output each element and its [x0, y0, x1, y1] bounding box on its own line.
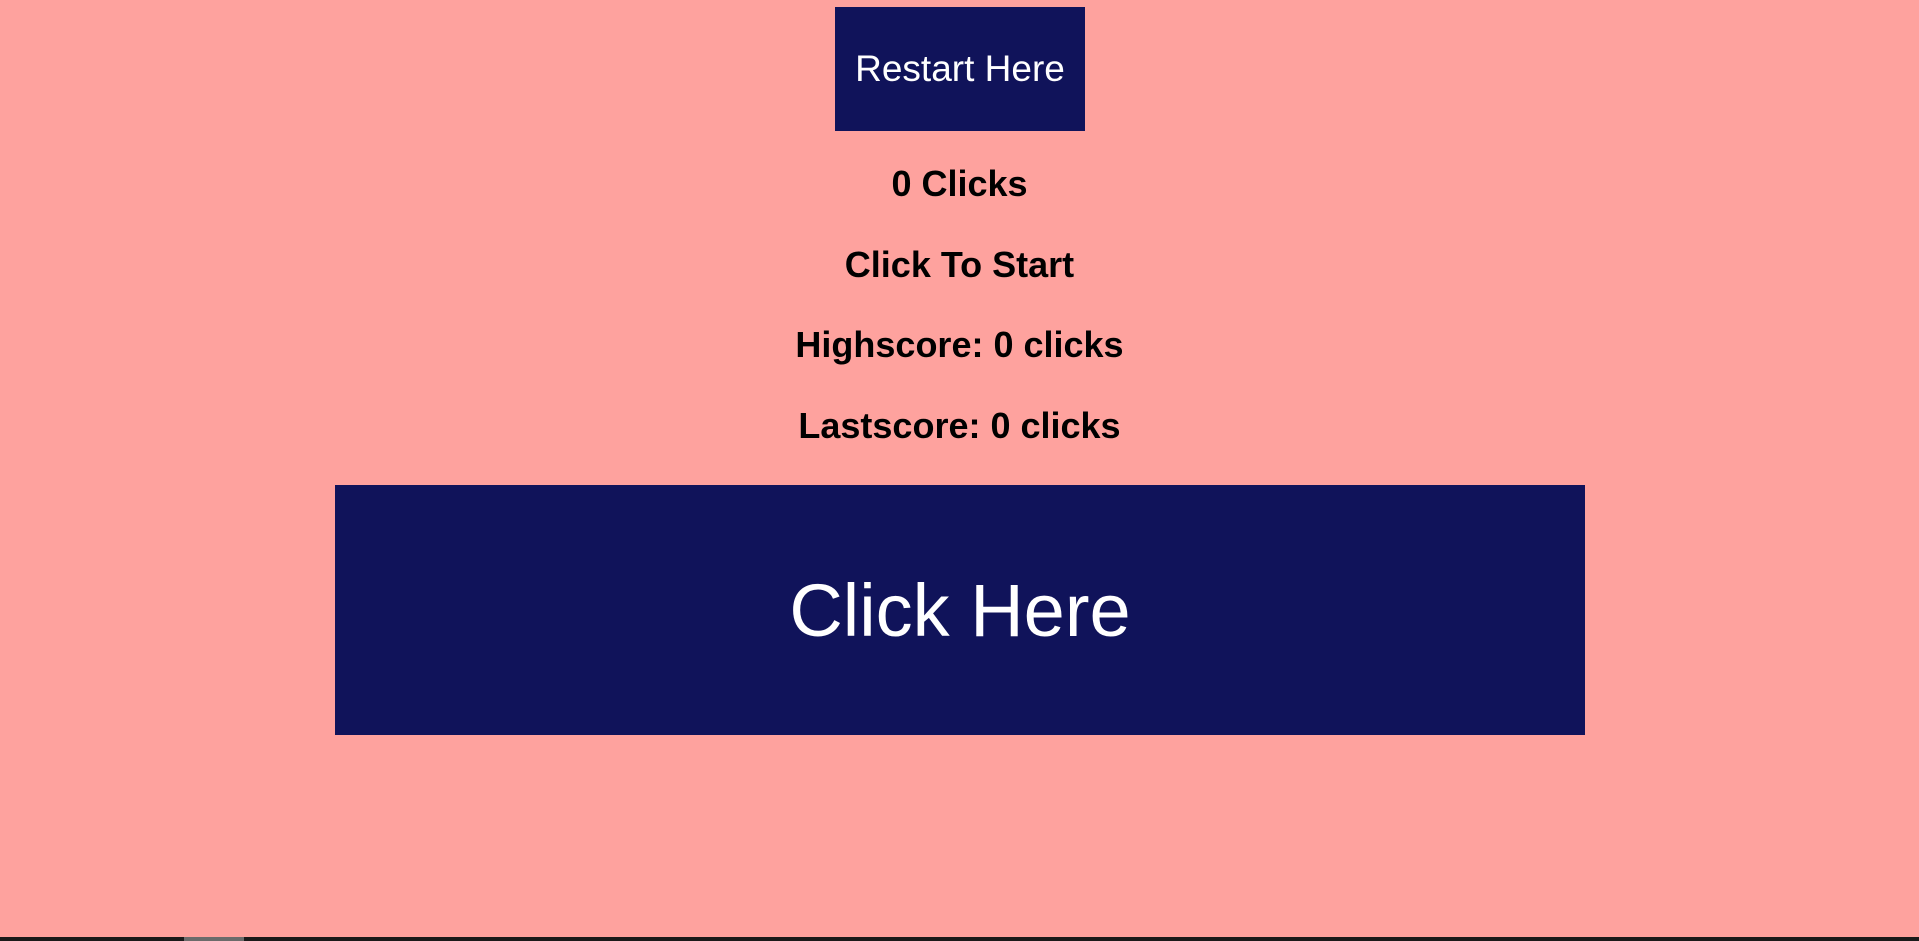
game-page: Restart Here 0 Clicks Click To Start Hig…: [0, 0, 1919, 941]
restart-button[interactable]: Restart Here: [835, 7, 1085, 131]
highscore-text: Highscore: 0 clicks: [795, 324, 1124, 365]
scrollbar-thumb[interactable]: [184, 937, 244, 941]
status-text: Click To Start: [844, 244, 1075, 285]
lastscore-text: Lastscore: 0 clicks: [798, 405, 1121, 446]
click-here-button[interactable]: Click Here: [335, 485, 1585, 735]
horizontal-scrollbar[interactable]: [0, 937, 1919, 941]
click-count: 0 Clicks: [891, 163, 1028, 204]
